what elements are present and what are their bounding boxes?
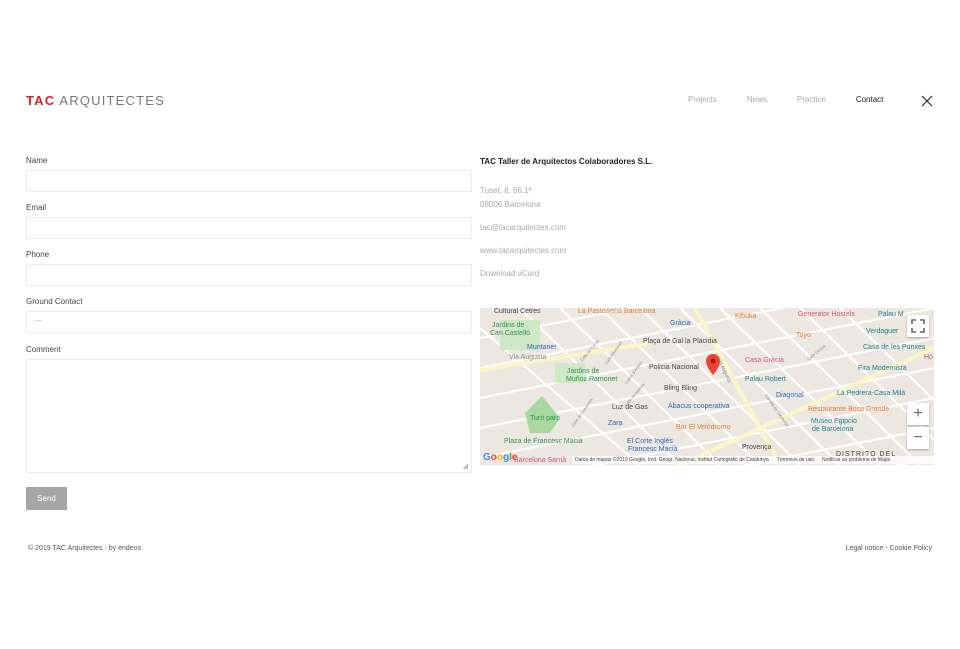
map-label: Provença bbox=[742, 444, 772, 451]
nav-projects[interactable]: Projects bbox=[688, 95, 717, 104]
map-label: de Barcelona bbox=[812, 426, 854, 433]
vcard-link[interactable]: Download vCard bbox=[480, 267, 780, 281]
nav-news[interactable]: News bbox=[747, 95, 767, 104]
map-label: Fira Modernista bbox=[858, 365, 907, 372]
cookie-policy-link[interactable]: Cookie Policy bbox=[890, 545, 932, 552]
map-attribution: Datos de mapas ©2019 Google, Inst. Geogr… bbox=[572, 456, 934, 464]
map-label: Restaurante Boca Grande bbox=[808, 406, 890, 413]
map-terms-link[interactable]: Términos de uso bbox=[777, 457, 814, 463]
fullscreen-icon bbox=[911, 319, 925, 333]
address-line-2: 08006 Barcelona bbox=[480, 200, 541, 209]
map-label: Can Castelló bbox=[490, 330, 531, 337]
ground-contact-label: Ground Contact bbox=[26, 297, 83, 306]
map-label: Turó parc bbox=[530, 415, 560, 422]
comment-group: Comment ◢ bbox=[26, 345, 472, 473]
ground-contact-group: Ground Contact --- bbox=[26, 297, 472, 345]
map-label: Zara bbox=[608, 420, 623, 427]
name-group: Name bbox=[26, 156, 472, 203]
map-label: Abacus cooperativa bbox=[668, 403, 730, 410]
map-label: Palau Robert bbox=[745, 376, 786, 383]
name-label: Name bbox=[26, 156, 48, 165]
main-nav: Projects News Practice Contact bbox=[688, 95, 913, 104]
email-input[interactable] bbox=[26, 217, 472, 239]
map-label: Muñoz Ramonet bbox=[566, 376, 618, 383]
map-data-credit: Datos de mapas ©2019 Google, Inst. Geogr… bbox=[575, 457, 769, 463]
map-label: Plaça de Gal la Placidia bbox=[643, 338, 717, 345]
legal-notice-link[interactable]: Legal notice bbox=[846, 545, 884, 552]
website-link[interactable]: www.tacarquitectes.com bbox=[480, 244, 780, 258]
ground-contact-select[interactable]: --- bbox=[26, 311, 472, 333]
nav-practice[interactable]: Practice bbox=[797, 95, 826, 104]
phone-label: Phone bbox=[26, 250, 50, 259]
ground-contact-value: --- bbox=[35, 318, 42, 325]
email-label: Email bbox=[26, 203, 47, 212]
map-label: Via Augusta bbox=[509, 354, 547, 361]
company-name: TAC Taller de Arquitectos Colaboradores … bbox=[480, 157, 653, 166]
email-link[interactable]: tac@tacarquitectes.com bbox=[480, 221, 780, 235]
map-label: Casa de les Punxes bbox=[863, 344, 926, 351]
phone-input[interactable] bbox=[26, 264, 472, 286]
footer-separator: - bbox=[885, 545, 888, 552]
map-label: Verdaguer bbox=[866, 328, 899, 335]
close-icon[interactable] bbox=[921, 95, 933, 107]
footer-copyright: © 2019 TAC Arquitectes - by endeos bbox=[28, 545, 142, 552]
map-label: Bar El Velòdromo bbox=[676, 424, 731, 431]
fullscreen-button[interactable] bbox=[907, 315, 929, 337]
map-label: Plaza de Francesc Macià bbox=[504, 438, 583, 445]
contact-info: TAC Taller de Arquitectos Colaboradores … bbox=[480, 157, 780, 281]
zoom-in-button[interactable]: + bbox=[907, 403, 929, 425]
google-map[interactable]: Cultural Cetres La Pastisseria Barcelona… bbox=[480, 308, 934, 465]
map-label: Cultural Cetres bbox=[494, 308, 541, 315]
send-button[interactable]: Send bbox=[26, 487, 67, 510]
map-label: Toyo bbox=[796, 332, 811, 339]
map-label: Ho bbox=[924, 354, 933, 361]
map-label: Kibuka bbox=[735, 313, 757, 320]
name-input[interactable] bbox=[26, 170, 472, 192]
map-label: Diagonal bbox=[776, 392, 804, 399]
map-label: Gràcia bbox=[670, 320, 691, 327]
google-logo[interactable]: Google bbox=[483, 452, 517, 463]
comment-textarea[interactable] bbox=[26, 359, 472, 473]
resize-handle-icon[interactable]: ◢ bbox=[463, 462, 468, 470]
map-label: Francesc Macià bbox=[628, 446, 678, 453]
zoom-out-button[interactable]: − bbox=[907, 427, 929, 449]
map-label: Palau M bbox=[878, 311, 904, 318]
footer-links: Legal notice - Cookie Policy bbox=[846, 545, 932, 552]
address-line-1: Tuset, 8, 66.1ª bbox=[480, 186, 532, 195]
map-label: La Pastisseria Barcelona bbox=[578, 308, 656, 315]
site-logo[interactable]: TAC ARQUITECTES bbox=[26, 93, 165, 108]
map-label: Casa Gràcia bbox=[745, 357, 784, 364]
logo-secondary: ARQUITECTES bbox=[59, 93, 166, 108]
phone-group: Phone bbox=[26, 250, 472, 297]
map-label: Barcelona Sarrià bbox=[514, 457, 567, 464]
map-label: Generator Hostels bbox=[798, 311, 855, 318]
map-label: Policia Nacional bbox=[649, 364, 699, 371]
map-label: Bling Bling bbox=[664, 385, 698, 392]
email-group: Email bbox=[26, 203, 472, 250]
contact-form: Name Email Phone Ground Contact --- Comm… bbox=[26, 156, 472, 473]
map-label: La Pedrera-Casa Milà bbox=[837, 390, 906, 397]
logo-primary: TAC bbox=[26, 93, 56, 108]
nav-contact[interactable]: Contact bbox=[856, 95, 884, 104]
comment-label: Comment bbox=[26, 345, 61, 354]
map-label: Muntaner bbox=[527, 344, 557, 351]
map-report-link[interactable]: Notificar un problema de Maps bbox=[822, 457, 890, 463]
